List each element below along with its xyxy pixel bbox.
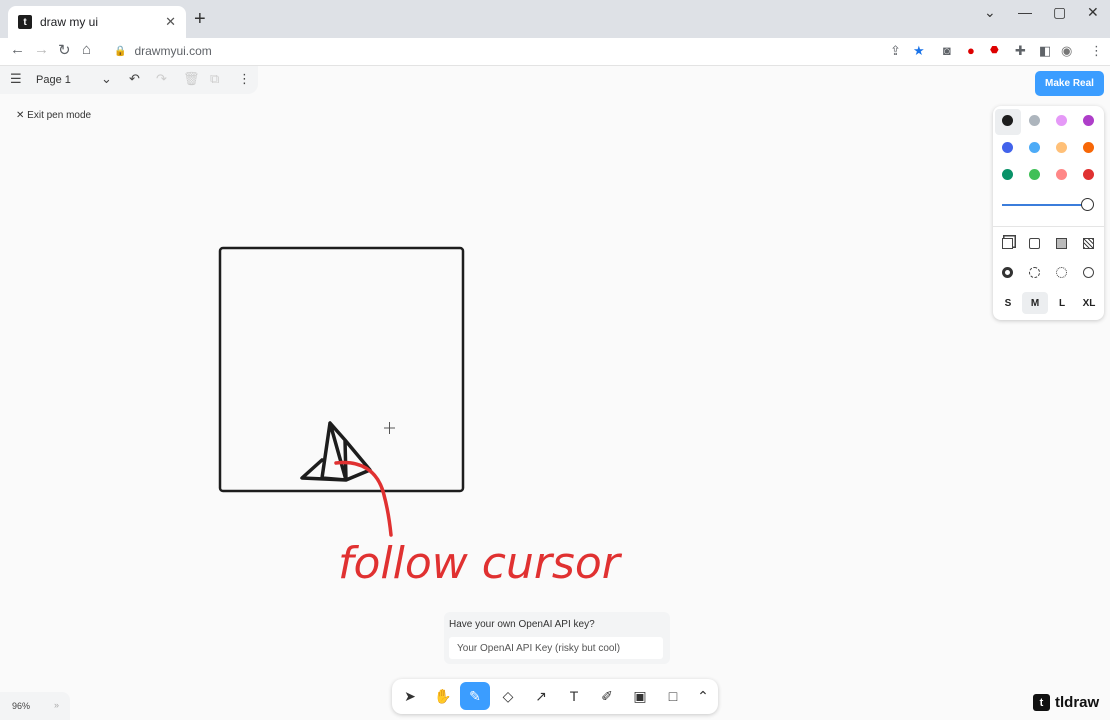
zoom-level: 96%	[12, 701, 31, 711]
api-key-prompt: Have your own OpenAI API key?	[449, 619, 595, 630]
api-key-panel: Have your own OpenAI API key?	[444, 612, 670, 664]
pencil-icon: ✎	[469, 687, 481, 704]
zoom-menu[interactable]: 96% »	[0, 692, 70, 720]
drawn-cursor-sketch	[300, 421, 372, 482]
minimap-toggle-icon[interactable]: »	[54, 700, 59, 710]
note-tool-button[interactable]: ✐	[592, 682, 622, 710]
tldraw-logo-icon: t	[1033, 694, 1050, 711]
hand-icon: ✋	[434, 687, 452, 704]
brand-name: tldraw	[1055, 694, 1100, 711]
drawn-rectangle	[218, 246, 465, 493]
api-key-input[interactable]	[449, 637, 663, 659]
tool-bar: ➤ ✋ ✎ ◇ ↗ T ✐ ▣ □ ⌃	[392, 679, 718, 714]
chevron-up-icon: ⌃	[697, 687, 709, 704]
note-icon: ✐	[601, 687, 613, 704]
image-tool-button[interactable]: ▣	[625, 682, 655, 710]
eraser-tool-button[interactable]: ◇	[493, 682, 523, 710]
image-icon: ▣	[633, 687, 647, 704]
crosshair-cursor-icon	[384, 422, 395, 434]
rectangle-tool-button[interactable]: □	[658, 682, 688, 710]
arrow-icon: ↗	[535, 687, 547, 704]
pointer-icon: ➤	[404, 687, 416, 704]
text-tool-button[interactable]: T	[559, 682, 589, 710]
tldraw-brand[interactable]: t tldraw	[1033, 694, 1099, 711]
select-tool-button[interactable]: ➤	[395, 682, 425, 710]
hand-tool-button[interactable]: ✋	[428, 682, 458, 710]
arrow-tool-button[interactable]: ↗	[526, 682, 556, 710]
handwritten-annotation: follow cursor	[338, 538, 623, 589]
rectangle-icon: □	[668, 688, 678, 704]
text-icon: T	[569, 688, 579, 704]
draw-tool-button[interactable]: ✎	[460, 682, 490, 710]
more-tools-button[interactable]: ⌃	[688, 682, 718, 710]
eraser-icon: ◇	[502, 687, 514, 704]
